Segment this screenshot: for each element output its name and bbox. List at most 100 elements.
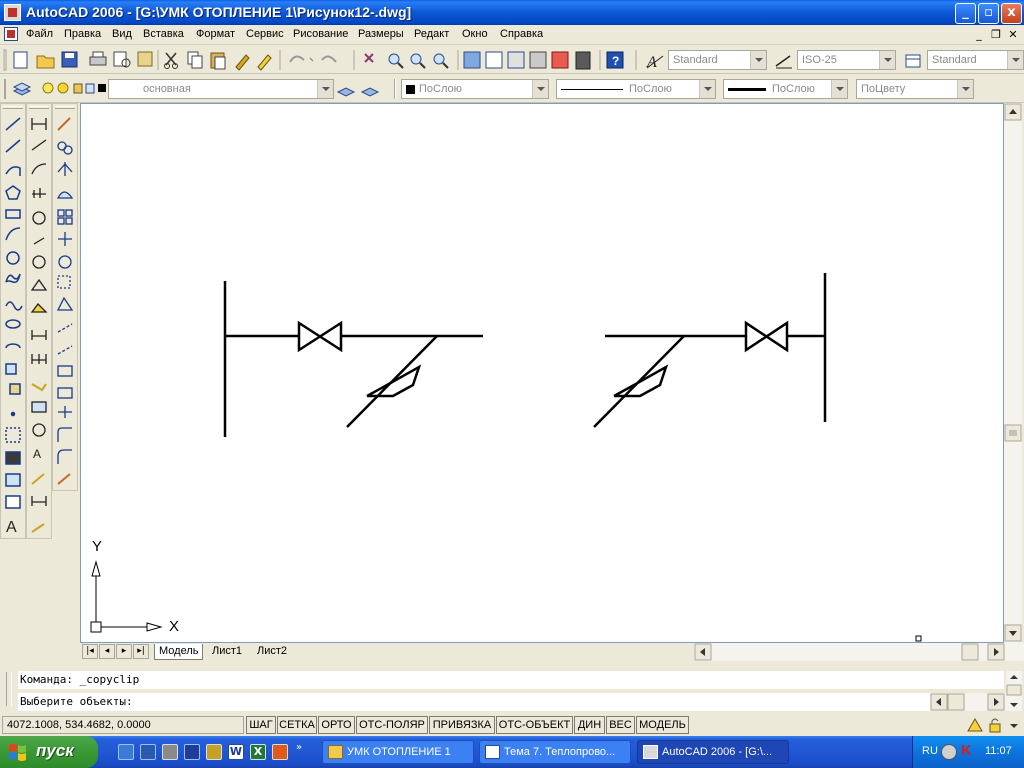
menu-file[interactable]: Файл (26, 28, 53, 40)
next-tab-button[interactable]: ▸ (116, 644, 132, 659)
svg-text:?: ? (612, 54, 619, 68)
ucs-x-label: X (169, 618, 180, 635)
status-tray-icons (967, 718, 1018, 733)
lineweight-combo[interactable]: ПоСлою (723, 79, 848, 99)
modify-toolbar-icons[interactable] (54, 112, 78, 490)
layout-tabs-bar: |◂ ◂ ▸ ▸| Модель Лист1 Лист2 (80, 643, 1024, 661)
menu-help[interactable]: Справка (500, 28, 543, 40)
menu-view[interactable]: Вид (112, 28, 132, 40)
task-folder[interactable]: УМК ОТОПЛЕНИЕ 1 (322, 740, 474, 764)
lwt-button[interactable]: ВЕС (606, 716, 635, 734)
table-style-icon[interactable] (904, 52, 924, 70)
coordinates-display[interactable]: 4072.1008, 534.4682, 0.0000 (2, 716, 244, 734)
command-grip[interactable] (6, 672, 12, 706)
linetype-sample (561, 88, 623, 90)
menu-dimension[interactable]: Размеры (358, 28, 404, 40)
autocad-app-icon[interactable] (4, 4, 21, 21)
print-icon (89, 56, 107, 66)
otrack-button[interactable]: ОТС-ОБЪЕКТ (496, 716, 573, 734)
menu-draw[interactable]: Рисование (293, 28, 348, 40)
document-icon[interactable] (4, 27, 18, 41)
snap-button[interactable]: ШАГ (246, 716, 276, 734)
plot-style-combo[interactable]: ПоЦвету (856, 79, 974, 99)
linetype-value: ПоСлою (629, 83, 672, 95)
osnap-button[interactable]: ПРИВЯЗКА (429, 716, 495, 734)
text-style-icon[interactable]: A (645, 52, 665, 70)
excel-quicklaunch-icon[interactable]: X (250, 744, 266, 760)
layer-combo[interactable]: основная (108, 79, 334, 99)
design-center-icon (485, 51, 503, 69)
restore-button[interactable]: ▫ (978, 3, 999, 24)
block-editor-icon (257, 54, 272, 71)
word-quicklaunch-icon[interactable]: W (228, 744, 244, 760)
command-vscroll[interactable] (1006, 671, 1022, 711)
menu-modify[interactable]: Редакт (414, 28, 449, 40)
ucs-y-label: Y (92, 538, 103, 555)
cursor-pickbox (915, 635, 922, 642)
open-icon (36, 55, 55, 69)
first-tab-button[interactable]: |◂ (82, 644, 98, 659)
task-word[interactable]: Тема 7. Теплопрово... (479, 740, 631, 764)
prev-tab-button[interactable]: ◂ (99, 644, 115, 659)
windows-logo-icon (9, 744, 26, 761)
pan-icon (364, 53, 374, 63)
tab-model[interactable]: Модель (154, 644, 204, 660)
paint-quicklaunch-icon[interactable] (206, 744, 222, 760)
vertical-scrollbar[interactable] (1004, 103, 1022, 643)
windows-taskbar: пуск W X » УМК ОТОПЛЕНИЕ 1 Тема 7. Тепло… (0, 736, 1024, 768)
standard-toolbar-icons: ? (3, 49, 637, 71)
communication-center-icon (967, 718, 983, 732)
color-combo[interactable]: ПоСлою (401, 79, 549, 99)
text-style-combo[interactable]: Standard (668, 50, 767, 70)
start-button[interactable]: пуск (0, 736, 98, 768)
ie-quicklaunch-icon[interactable] (118, 744, 134, 760)
menu-format[interactable]: Формат (196, 28, 235, 40)
command-history-line: Команда: _copyclip (18, 671, 1004, 689)
doc-minimize-icon[interactable]: _ (971, 28, 987, 42)
toolbar-separator (394, 79, 396, 99)
task-folder-label: УМК ОТОПЛЕНИЕ 1 (347, 746, 451, 758)
tab-layout2[interactable]: Лист2 (253, 644, 291, 660)
layer-thaw-icon (57, 82, 69, 94)
language-indicator[interactable]: RU (922, 745, 938, 757)
quicklaunch-chevron-icon[interactable]: » (296, 742, 306, 762)
table-style-combo[interactable]: Standard (927, 50, 1024, 70)
horizontal-scrollbar[interactable] (694, 643, 1024, 661)
drawing-svg (90, 273, 922, 642)
dimension-toolbar-icons[interactable]: A (28, 112, 52, 536)
draw-toolbar-icons[interactable]: A (2, 112, 26, 536)
menu-edit[interactable]: Правка (64, 28, 101, 40)
markup-icon (551, 51, 569, 69)
autocad-task-icon (643, 745, 658, 759)
close-button[interactable]: x (1001, 3, 1022, 24)
drawing-canvas[interactable]: Y X (80, 103, 1004, 643)
menu-tools[interactable]: Сервис (246, 28, 284, 40)
dyn-button[interactable]: ДИН (574, 716, 605, 734)
plot-style-value: ПоЦвету (861, 83, 906, 95)
ortho-button[interactable]: ОРТО (318, 716, 355, 734)
doc-close-icon[interactable]: ✕ (1005, 28, 1021, 42)
menu-window[interactable]: Окно (462, 28, 488, 40)
dim-style-icon[interactable] (774, 52, 794, 70)
polar-button[interactable]: ОТС-ПОЛЯР (356, 716, 428, 734)
db-quicklaunch-icon[interactable] (162, 744, 178, 760)
book-quicklaunch-icon[interactable] (184, 744, 200, 760)
command-scrollbar[interactable] (930, 693, 1006, 711)
clock[interactable]: 11:07 (985, 745, 1012, 757)
text-style-value: Standard (673, 54, 718, 66)
task-autocad[interactable]: AutoCAD 2006 - [G:\... (637, 740, 789, 764)
command-prompt-line[interactable]: Выберите объекты: (18, 693, 930, 711)
volume-icon[interactable] (941, 744, 957, 760)
tab-layout1[interactable]: Лист1 (208, 644, 246, 660)
doc-restore-icon[interactable]: ❐ (988, 28, 1004, 42)
save-quicklaunch-icon[interactable] (140, 744, 156, 760)
dim-style-combo[interactable]: ISO-25 (797, 50, 896, 70)
linetype-combo[interactable]: ПоСлою (556, 79, 716, 99)
last-tab-button[interactable]: ▸| (133, 644, 149, 659)
powerpoint-quicklaunch-icon[interactable] (272, 744, 288, 760)
menu-insert[interactable]: Вставка (143, 28, 184, 40)
model-button[interactable]: МОДЕЛЬ (636, 716, 689, 734)
antivirus-icon[interactable]: K (961, 742, 977, 760)
minimize-button[interactable]: _ (955, 3, 976, 24)
grid-button[interactable]: СЕТКА (277, 716, 317, 734)
